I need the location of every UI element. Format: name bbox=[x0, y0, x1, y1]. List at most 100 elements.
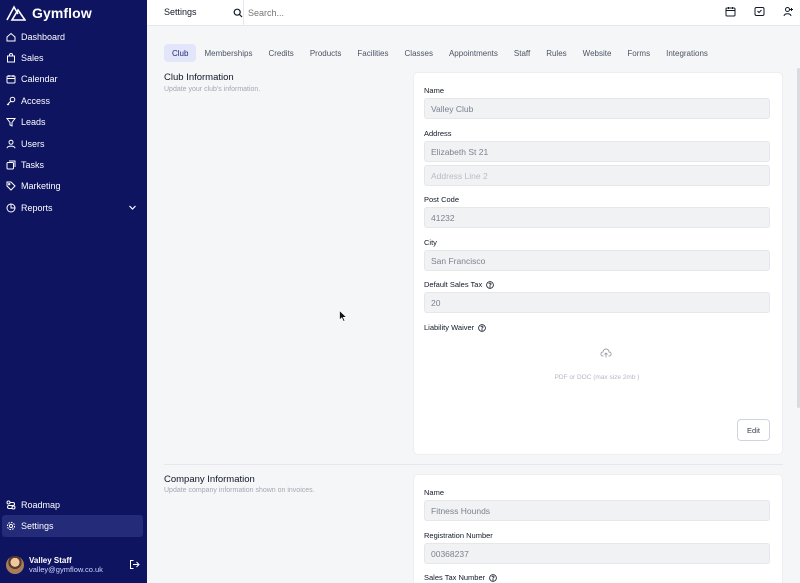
inbox-check-icon[interactable] bbox=[754, 6, 765, 17]
waiver-dropzone[interactable]: PDF or DOC (max size 2mb ) bbox=[424, 328, 770, 398]
sidebar-item-label: Settings bbox=[21, 521, 54, 532]
company-section-title: Company Information bbox=[164, 474, 255, 485]
help-icon[interactable] bbox=[489, 573, 497, 582]
user-email: valley@gymflow.co.uk bbox=[29, 565, 103, 574]
company-section-subtitle: Update company information shown on invo… bbox=[164, 487, 315, 494]
calendar-icon bbox=[6, 74, 16, 84]
tab-forms[interactable]: Forms bbox=[619, 44, 658, 62]
sidebar-item-sales[interactable]: Sales bbox=[0, 47, 147, 68]
postcode-field[interactable]: 41232 bbox=[424, 207, 770, 228]
logout-icon[interactable] bbox=[129, 559, 140, 570]
sidebar-item-label: Users bbox=[21, 138, 45, 149]
waiver-hint: PDF or DOC (max size 2mb ) bbox=[554, 374, 640, 381]
settings-tabs: Club Memberships Credits Products Facili… bbox=[164, 44, 716, 62]
sidebar-item-settings[interactable]: Settings bbox=[2, 515, 143, 537]
city-label: City bbox=[424, 238, 437, 247]
sidebar-item-label: Sales bbox=[21, 53, 44, 64]
logo[interactable]: Gymflow bbox=[6, 4, 92, 22]
club-info-card: Name Valley Club Address Elizabeth St 21… bbox=[413, 72, 783, 455]
gymflow-logo-icon bbox=[6, 5, 26, 21]
tag-icon bbox=[6, 181, 16, 192]
company-name-label: Name bbox=[424, 488, 445, 497]
sidebar-item-label: Marketing bbox=[21, 181, 61, 192]
club-section-subtitle: Update your club's information. bbox=[164, 86, 261, 93]
company-name-field[interactable]: Fitness Hounds bbox=[424, 500, 770, 521]
roadmap-icon bbox=[6, 500, 16, 510]
calendar-icon[interactable] bbox=[725, 6, 736, 17]
company-info-card: Name Fitness Hounds Registration Number … bbox=[413, 474, 783, 583]
gear-icon bbox=[6, 521, 16, 531]
sales-tax-label-row: Default Sales Tax bbox=[424, 280, 495, 289]
tasks-icon bbox=[6, 160, 16, 170]
funnel-icon bbox=[6, 117, 16, 128]
sidebar-item-label: Tasks bbox=[21, 160, 45, 171]
user-profile[interactable]: Valley Staff valley@gymflow.co.uk bbox=[6, 553, 142, 577]
address-line1-field[interactable]: Elizabeth St 21 bbox=[424, 141, 770, 162]
chevron-down-icon[interactable] bbox=[128, 203, 137, 212]
sidebar-item-label: Leads bbox=[21, 117, 46, 128]
section-divider bbox=[164, 464, 783, 465]
user-name: Valley Staff bbox=[29, 556, 72, 565]
sidebar-item-label: Access bbox=[21, 95, 51, 106]
avatar bbox=[6, 556, 24, 574]
tax-number-label-row: Sales Tax Number bbox=[424, 573, 497, 582]
sidebar-bottom-nav: Roadmap Settings bbox=[0, 494, 147, 537]
sidebar-item-calendar[interactable]: Calendar bbox=[0, 69, 147, 90]
sidebar-item-label: Reports bbox=[21, 202, 53, 213]
page-title: Settings bbox=[164, 7, 197, 17]
tab-club[interactable]: Club bbox=[164, 44, 197, 62]
top-bar: Settings bbox=[147, 0, 800, 26]
user-info: Valley Staff valley@gymflow.co.uk bbox=[29, 556, 103, 574]
edit-button[interactable]: Edit bbox=[737, 419, 770, 441]
tab-appointments[interactable]: Appointments bbox=[441, 44, 506, 62]
chart-icon bbox=[6, 203, 16, 213]
sidebar-item-leads[interactable]: Leads bbox=[0, 112, 147, 133]
tab-memberships[interactable]: Memberships bbox=[196, 44, 260, 62]
registration-field[interactable]: 00368237 bbox=[424, 543, 770, 564]
sidebar-item-dashboard[interactable]: Dashboard bbox=[0, 26, 147, 47]
sidebar-item-reports[interactable]: Reports bbox=[0, 197, 147, 218]
tab-staff[interactable]: Staff bbox=[506, 44, 538, 62]
home-icon bbox=[6, 32, 16, 42]
upload-cloud-icon bbox=[600, 348, 612, 358]
registration-label: Registration Number bbox=[424, 531, 493, 540]
club-name-field[interactable]: Valley Club bbox=[424, 98, 770, 119]
users-icon bbox=[6, 139, 16, 149]
cart-icon bbox=[6, 53, 16, 63]
tab-facilities[interactable]: Facilities bbox=[349, 44, 396, 62]
key-icon bbox=[6, 96, 16, 106]
sidebar-item-label: Dashboard bbox=[21, 31, 66, 42]
tab-classes[interactable]: Classes bbox=[397, 44, 441, 62]
search-bar[interactable] bbox=[233, 5, 433, 20]
sidebar-item-users[interactable]: Users bbox=[0, 133, 147, 154]
tab-rules[interactable]: Rules bbox=[538, 44, 574, 62]
tab-integrations[interactable]: Integrations bbox=[658, 44, 716, 62]
club-section-title: Club Information bbox=[164, 72, 234, 83]
search-input[interactable] bbox=[248, 7, 398, 18]
sales-tax-label: Default Sales Tax bbox=[424, 280, 483, 289]
tax-number-label: Sales Tax Number bbox=[424, 573, 486, 582]
tab-credits[interactable]: Credits bbox=[260, 44, 301, 62]
address-label: Address bbox=[424, 129, 452, 138]
sidebar-item-roadmap[interactable]: Roadmap bbox=[0, 494, 147, 515]
app-name: Gymflow bbox=[32, 5, 92, 21]
sidebar-item-tasks[interactable]: Tasks bbox=[0, 154, 147, 175]
address-line2-field[interactable]: Address Line 2 bbox=[424, 165, 770, 186]
sidebar: Gymflow Dashboard Sales Calendar Access … bbox=[0, 0, 147, 583]
add-user-icon[interactable] bbox=[783, 6, 794, 17]
topbar-actions bbox=[725, 6, 794, 17]
tab-products[interactable]: Products bbox=[302, 44, 350, 62]
postcode-label: Post Code bbox=[424, 195, 460, 204]
sales-tax-field[interactable]: 20 bbox=[424, 292, 770, 313]
city-field[interactable]: San Francisco bbox=[424, 250, 770, 271]
sidebar-item-marketing[interactable]: Marketing bbox=[0, 176, 147, 197]
search-icon bbox=[233, 8, 243, 17]
sidebar-nav: Dashboard Sales Calendar Access Leads Us… bbox=[0, 26, 147, 219]
mouse-cursor-icon bbox=[339, 310, 347, 322]
help-icon[interactable] bbox=[486, 280, 495, 289]
sidebar-item-label: Roadmap bbox=[21, 499, 61, 510]
sidebar-item-access[interactable]: Access bbox=[0, 90, 147, 111]
tab-website[interactable]: Website bbox=[575, 44, 620, 62]
sidebar-item-label: Calendar bbox=[21, 74, 58, 85]
club-name-label: Name bbox=[424, 86, 445, 95]
